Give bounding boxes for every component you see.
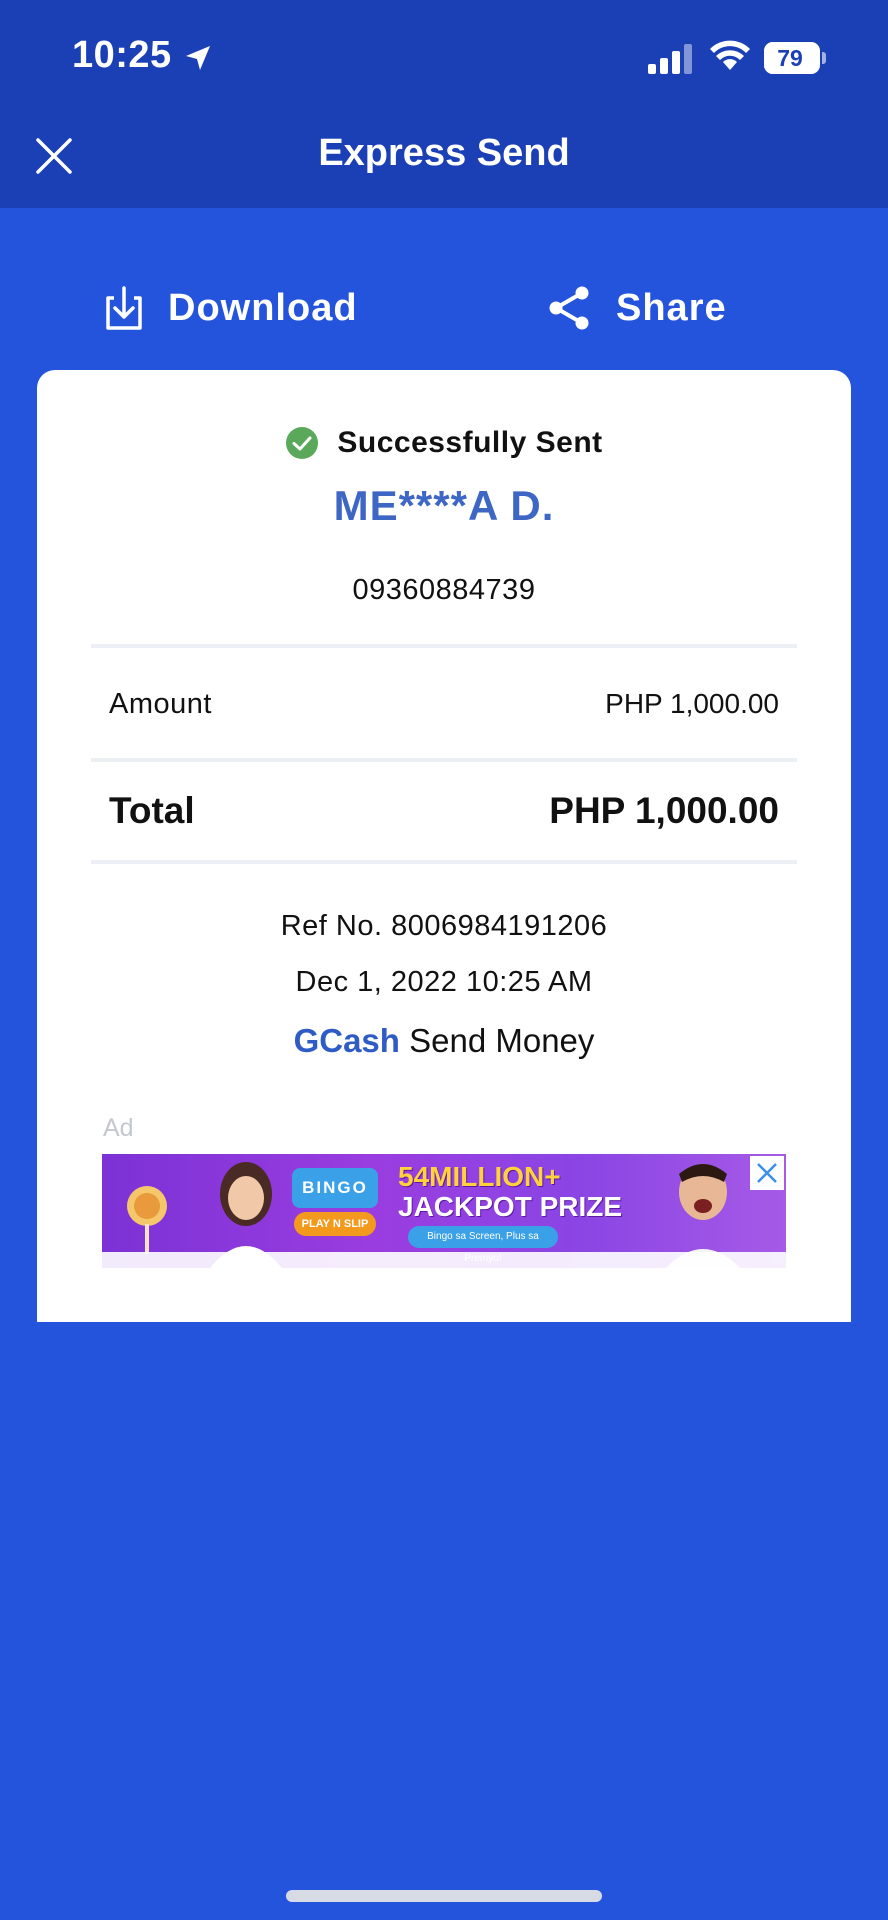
success-status: Successfully Sent [37,426,851,460]
download-label: Download [168,286,358,329]
success-text: Successfully Sent [337,426,603,459]
ad-headline: 54MILLION+ JACKPOT PRIZE [398,1162,622,1222]
reference-number: Ref No. 8006984191206 [280,910,608,942]
home-indicator[interactable] [286,1890,602,1902]
total-label: Total [109,790,195,831]
gcash-logo-text: GCash [293,1022,400,1059]
share-label: Share [616,286,727,329]
share-icon [549,286,589,330]
divider [91,758,797,762]
amount-label: Amount [109,688,212,720]
recipient-name: ME****A D. [333,482,555,529]
ad-footer-strip [102,1252,786,1268]
ad-close-icon[interactable] [750,1156,784,1190]
ad-bingo-logo: BINGO [292,1168,378,1208]
battery-percent: 79 [777,45,803,71]
status-bar: 10:25 79 [0,0,888,120]
divider [91,644,797,648]
recipient-number: 09360884739 [352,574,536,606]
ad-play-badge: PLAY N SLIP [294,1212,376,1236]
share-button[interactable]: Share [546,278,727,338]
download-icon [106,286,142,330]
ad-tagline: Bingo sa Screen, Plus sa Premyo! [408,1226,558,1264]
amount-value: PHP 1,000.00 [605,688,779,719]
total-value: PHP 1,000.00 [549,790,779,831]
ad-lollipop-image [127,1186,167,1254]
location-arrow-icon [186,46,210,70]
page-title: Express Send [318,132,570,174]
ad-label: Ad [103,1114,134,1142]
ad-person-image [666,1164,740,1268]
cellular-signal-icon [648,44,692,74]
check-circle-icon [286,427,319,459]
battery-indicator: 79 [764,42,826,74]
transaction-datetime: Dec 1, 2022 10:25 AM [295,966,593,998]
download-button[interactable]: Download [102,278,358,338]
ad-headline-1: 54MILLION+ [398,1161,561,1192]
brand-line: GCash Send Money [37,1022,851,1060]
receipt-torn-edge [37,1300,851,1314]
divider [91,860,797,864]
ad-person-image [210,1162,282,1268]
send-money-text: Send Money [409,1022,595,1059]
ad-banner[interactable]: BINGO PLAY N SLIP 54MILLION+ JACKPOT PRI… [102,1154,786,1268]
receipt-card: Successfully Sent ME****A D. 09360884739… [37,370,851,1322]
status-time: 10:25 [72,34,172,76]
ad-headline-2: JACKPOT PRIZE [398,1191,623,1222]
wifi-icon [710,40,750,70]
